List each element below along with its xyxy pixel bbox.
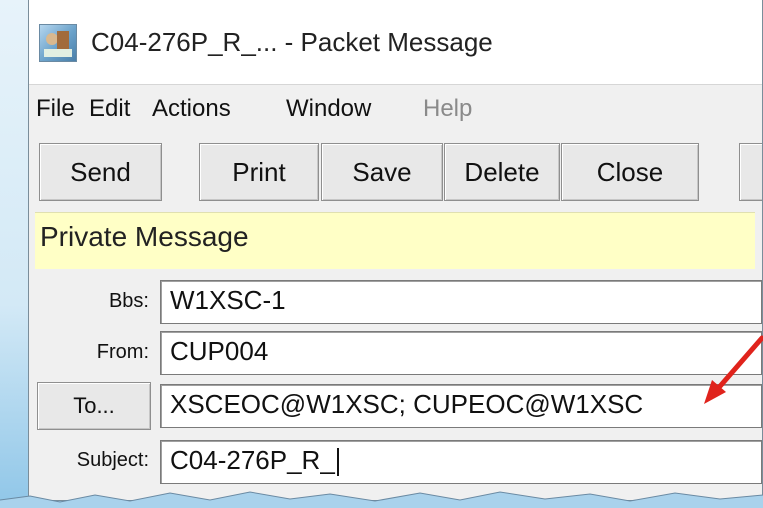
menu-file[interactable]: File <box>36 95 75 123</box>
to-button[interactable]: To... <box>37 382 151 430</box>
text-cursor <box>336 448 339 477</box>
packet-message-window: C04-276P_R_... - Packet Message File Edi… <box>28 0 763 501</box>
bbs-label: Bbs: <box>108 290 149 312</box>
private-message-banner: Private Message <box>35 212 755 269</box>
subject-field[interactable]: C04-276P_R_ <box>160 440 762 484</box>
title-bar[interactable]: C04-276P_R_... - Packet Message <box>29 0 762 85</box>
window-title: C04-276P_R_... - Packet Message <box>91 27 493 57</box>
to-field[interactable]: XSCEOC@W1XSC; CUPEOC@W1XSC <box>160 384 762 428</box>
banner-text: Private Message <box>40 221 249 252</box>
toolbar: Send Print Save Delete Close <box>29 135 762 211</box>
close-button[interactable]: Close <box>561 143 699 201</box>
bbs-field[interactable]: W1XSC-1 <box>160 280 762 324</box>
subject-label: Subject: <box>76 449 149 471</box>
send-button[interactable]: Send <box>39 143 162 201</box>
print-button[interactable]: Print <box>199 143 319 201</box>
menu-bar: File Edit Actions Window Help <box>29 85 762 135</box>
from-field[interactable]: CUP004 <box>160 331 762 375</box>
desktop-background-left <box>0 0 30 508</box>
from-label: From: <box>96 341 149 363</box>
save-button[interactable]: Save <box>321 143 443 201</box>
toolbar-button-partial[interactable] <box>739 143 762 201</box>
menu-edit[interactable]: Edit <box>89 95 130 123</box>
subject-text: C04-276P_R_ <box>170 445 335 475</box>
delete-button[interactable]: Delete <box>444 143 560 201</box>
menu-actions[interactable]: Actions <box>152 95 231 123</box>
menu-window[interactable]: Window <box>286 95 371 123</box>
menu-help[interactable]: Help <box>423 95 472 123</box>
app-icon <box>39 24 77 62</box>
